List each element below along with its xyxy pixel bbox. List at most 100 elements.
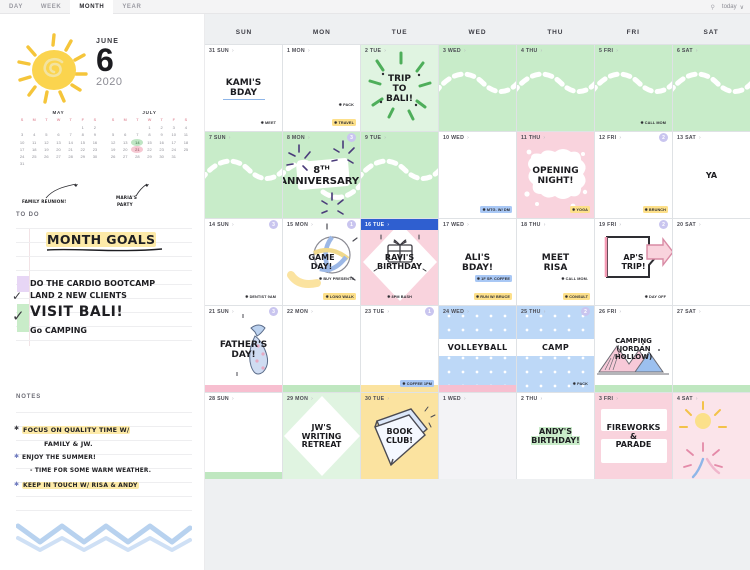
event-title[interactable]: OPENING NIGHT! (517, 148, 594, 204)
event-title[interactable]: YA (673, 148, 750, 204)
mini-day[interactable]: 20 (52, 146, 64, 153)
event-count-badge[interactable]: 2 (659, 133, 668, 142)
todo-item-0[interactable]: DO THE CARDIO BOOTCAMP (30, 279, 155, 288)
calendar-cell[interactable]: 3 FRI › FIREWORKS & PARADE (595, 393, 672, 479)
cell-header[interactable]: 19 FRI › 2 (595, 219, 672, 230)
event-title[interactable]: KAMI'S BDAY (205, 61, 282, 117)
chevron-right-icon[interactable]: › (464, 396, 466, 402)
todo-item-2[interactable]: VISIT BALI! (30, 304, 123, 320)
event-chip[interactable]: ✸ DAY OFF (643, 293, 668, 300)
cell-header[interactable]: 25 THU › 2 (517, 306, 594, 317)
event-chip[interactable]: ✸ PACK (571, 380, 590, 387)
calendar-cell[interactable]: 27 SAT › (673, 306, 750, 392)
chevron-right-icon[interactable]: › (387, 222, 389, 228)
event-count-badge[interactable]: 2 (581, 307, 590, 316)
cell-header[interactable]: 12 FRI › 2 (595, 132, 672, 143)
mini-day[interactable]: 25 (28, 153, 40, 160)
cell-header[interactable]: 1 MON › (283, 45, 360, 56)
chevron-right-icon[interactable]: › (387, 309, 389, 315)
note-line-4[interactable]: KEEP IN TOUCH W/ RISA & ANDY (22, 482, 139, 489)
mini-day[interactable]: 22 (77, 146, 89, 153)
mini-day[interactable]: 4 (28, 131, 40, 138)
event-chip[interactable]: ✸ TRAVEL (332, 119, 356, 126)
event-title[interactable]: ANDY'S BIRTHDAY! (517, 409, 594, 465)
todo-check-2[interactable]: ✓ (12, 309, 25, 324)
mini-day[interactable]: 28 (131, 153, 143, 160)
event-band[interactable]: VOLLEYBALL (439, 339, 516, 356)
mini-day[interactable]: 18 (28, 146, 40, 153)
cell-header[interactable]: 21 SUN › 3 (205, 306, 282, 317)
calendar-cell[interactable]: 23 TUE › 1 ✸ COFFEE 1PM (361, 306, 438, 392)
chevron-right-icon[interactable]: › (387, 396, 389, 402)
chevron-right-icon[interactable]: › (467, 222, 469, 228)
event-strip[interactable] (205, 385, 282, 392)
event-title[interactable]: JW'S WRITING RETREAT (283, 409, 360, 465)
cell-header[interactable]: 16 TUE › (361, 219, 438, 230)
calendar-cell[interactable]: 16 TUE › RAVI'S BIRTHDAY ✸ 8PM BASH (361, 219, 438, 305)
todo-check-1[interactable]: ✓ (12, 290, 22, 302)
cell-header[interactable]: 4 SAT › (673, 393, 750, 404)
calendar-grid[interactable]: 31 SUN › KAMI'S BDAY ✸ MEET 1 MON › ✸ PACK ✸ TRA… (205, 44, 750, 479)
calendar-cell[interactable]: 2 THU › ANDY'S BIRTHDAY! (517, 393, 594, 479)
note-line-2[interactable]: ENJOY THE SUMMER! (22, 454, 96, 461)
cell-header[interactable]: 20 SAT › (673, 219, 750, 230)
mini-grid[interactable]: S M T W T F S 1 2 3 4 5 6 7 8 9 10 11 12 13 14 15 16 17 18 19 20 21… (107, 117, 192, 160)
mini-day[interactable]: 6 (119, 131, 131, 138)
mini-day[interactable]: 19 (40, 146, 52, 153)
mini-day[interactable]: 23 (89, 146, 101, 153)
event-chip[interactable]: ✸ CONSULT (562, 293, 590, 300)
mini-day[interactable]: 2 (156, 124, 168, 131)
calendar-cell[interactable]: 1 MON › ✸ PACK ✸ TRAVEL (283, 45, 360, 131)
chevron-right-icon[interactable]: › (308, 135, 310, 141)
event-chip[interactable]: ✸ CALL MOM. (559, 275, 590, 282)
chevron-right-icon[interactable]: › (619, 222, 621, 228)
calendar-cell[interactable]: 22 MON › (283, 306, 360, 392)
note-line-3[interactable]: - TIME FOR SOME WARM WEATHER. (30, 468, 151, 474)
chevron-right-icon[interactable]: › (232, 309, 234, 315)
cell-header[interactable]: 10 WED › (439, 132, 516, 143)
mini-day[interactable]: 21 (65, 146, 77, 153)
chevron-right-icon[interactable]: › (232, 222, 234, 228)
mini-day[interactable]: 6 (52, 131, 64, 138)
calendar-cell[interactable]: 1 WED › (439, 393, 516, 479)
event-title[interactable]: CAMPING (JORDAN HOLLOW) (595, 322, 672, 378)
mini-day[interactable]: 29 (143, 153, 155, 160)
cell-header[interactable]: 29 MON › (283, 393, 360, 404)
mini-day[interactable]: 30 (156, 153, 168, 160)
event-count-badge[interactable]: 1 (347, 220, 356, 229)
mini-day[interactable]: 15 (143, 139, 155, 146)
event-band[interactable]: CAMP (517, 339, 594, 356)
mini-day[interactable]: 31 (16, 160, 28, 167)
event-chip[interactable]: ✸ YOGA (570, 206, 590, 213)
calendar-cell[interactable]: 12 FRI › 2 ✸ BRUNCH (595, 132, 672, 218)
event-count-badge[interactable]: 3 (269, 220, 278, 229)
chevron-right-icon[interactable]: › (616, 396, 618, 402)
cell-header[interactable]: 27 SAT › (673, 306, 750, 317)
mini-day[interactable]: 9 (156, 131, 168, 138)
mini-day[interactable]: 26 (40, 153, 52, 160)
chevron-right-icon[interactable]: › (619, 135, 621, 141)
note-line-0[interactable]: FOCUS ON QUALITY TIME W/ (22, 426, 131, 434)
chevron-right-icon[interactable]: › (696, 396, 698, 402)
cell-header[interactable]: 2 THU › (517, 393, 594, 404)
calendar-cell[interactable]: 9 TUE › (361, 132, 438, 218)
note-line-1[interactable]: FAMILY & JW. (44, 440, 93, 448)
chevron-right-icon[interactable]: › (467, 309, 469, 315)
calendar-cell[interactable]: 19 FRI › 2 AP'S TRIP! ✸ DAY OFF (595, 219, 672, 305)
todo-item-3[interactable]: Go CAMPING (30, 326, 87, 335)
mini-day[interactable]: 14 (65, 139, 77, 146)
mini-day[interactable]: 2 (89, 124, 101, 131)
calendar-cell[interactable]: 31 SUN › KAMI'S BDAY ✸ MEET (205, 45, 282, 131)
cell-header[interactable]: 14 SUN › 3 (205, 219, 282, 230)
calendar-cell[interactable]: 5 FRI › ✸ CALL MOM (595, 45, 672, 131)
calendar-cell[interactable]: 13 SAT › YA (673, 132, 750, 218)
event-title[interactable]: FATHER'S DAY! (205, 322, 282, 378)
mini-day[interactable]: 5 (40, 131, 52, 138)
cell-header[interactable]: 6 SAT › (673, 45, 750, 56)
mini-day[interactable]: 1 (77, 124, 89, 131)
mini-day[interactable]: 22 (143, 146, 155, 153)
tab-day[interactable]: DAY (0, 0, 32, 14)
calendar-cell[interactable]: 25 THU › 2 CAMP ✸ PACK (517, 306, 594, 392)
event-chip[interactable]: ✸ PACK (337, 101, 356, 108)
chevron-right-icon[interactable]: › (696, 48, 698, 54)
